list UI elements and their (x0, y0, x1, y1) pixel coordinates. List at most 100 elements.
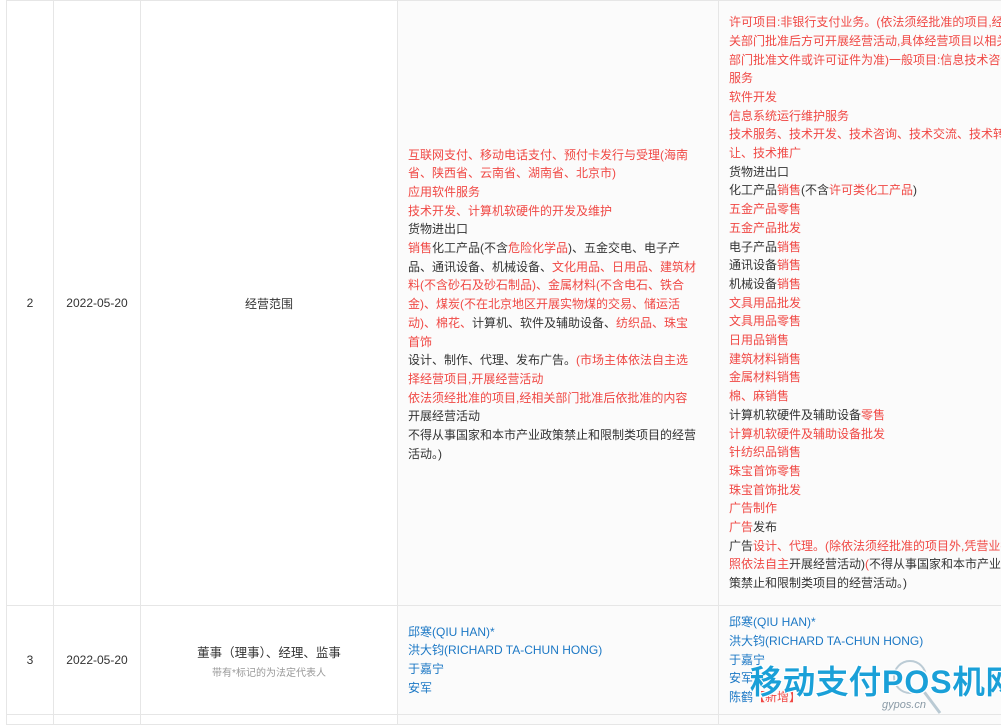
scope-line: 服务 (729, 69, 1001, 88)
scope-line: 不得从事国家和本市产业政策禁止和限制类项目的经营 (408, 426, 708, 445)
scope-line: 动)、棉花、计算机、软件及辅助设备、纺织品、珠宝 (408, 314, 708, 333)
text-segment: 邱寒(QIU HAN)* (408, 625, 495, 639)
text-segment: 五金产品零售 (729, 202, 801, 216)
change-date: 2022-05-20 (54, 606, 141, 715)
text-segment: 销售 (777, 183, 801, 197)
content-before: 互联网支付、移动电话支付、预付卡发行与受理(海南省、陕西省、云南省、湖南省、北京… (398, 1, 719, 606)
text-segment: 品、通讯设备、机械设备、 (408, 260, 552, 274)
scope-line: 文具用品批发 (729, 294, 1001, 313)
content-before: 邱寒(QIU HAN)*洪大钧(RICHARD TA-CHUN HONG)于嘉宁… (398, 606, 719, 715)
text-segment: 货物进出口 (729, 165, 789, 179)
scope-line: 策禁止和限制类项目的经营活动。) (729, 574, 1001, 593)
text-segment: 开展经营活动 (408, 409, 480, 423)
text-segment: 化工产品 (729, 183, 777, 197)
scope-line: 棉、麻销售 (729, 387, 1001, 406)
text-segment: 料(不含砂石及砂石制品)、金属材料(不含电石、铁合 (408, 278, 684, 292)
text-segment: 日用品销售 (729, 333, 789, 347)
scope-line: 建筑材料销售 (729, 350, 1001, 369)
scope-line: 化工产品销售(不含许可类化工产品) (729, 181, 1001, 200)
scope-line: 货物进出口 (408, 220, 708, 239)
scope-line: 于嘉宁 (729, 651, 1001, 670)
scope-line: 货物进出口 (729, 163, 1001, 182)
content-after-text: 许可项目:非银行支付业务。(依法须经批准的项目,经相关部门批准后方可开展经营活动… (729, 13, 1001, 593)
scope-line: 技术开发、计算机软硬件的开发及维护 (408, 202, 708, 221)
text-segment: 应用软件服务 (408, 185, 480, 199)
text-segment: 互联网支付、移动电话支付、预付卡发行与受理(海南 (408, 148, 688, 162)
text-segment: 金属材料销售 (729, 370, 801, 384)
text-segment: 软件开发 (729, 90, 777, 104)
text-segment: 金)、煤炭(不在北京地区开展实物煤的交易、储运活 (408, 297, 680, 311)
scope-line: 广告发布 (729, 518, 1001, 537)
scope-line: 珠宝首饰批发 (729, 481, 1001, 500)
text-segment: 化工产品(不含 (432, 241, 508, 255)
text-segment: 棉、麻销售 (729, 389, 789, 403)
text-segment: 不得从事国家和本市产业政 (869, 557, 1001, 571)
text-segment: 广告制作 (729, 501, 777, 515)
text-segment: 关部门批准后方可开展经营活动,具体经营项目以相关 (729, 34, 1001, 48)
text-segment: 文化用品、日用品、建筑材 (552, 260, 696, 274)
content-after: 邱寒(QIU HAN)*洪大钧(RICHARD TA-CHUN HONG)于嘉宁… (719, 606, 1001, 715)
scope-line: 技术服务、技术开发、技术咨询、技术交流、技术转 (729, 125, 1001, 144)
text-segment: 针纺织品销售 (729, 445, 801, 459)
text-segment: 文具用品零售 (729, 314, 801, 328)
scope-line: 互联网支付、移动电话支付、预付卡发行与受理(海南 (408, 146, 708, 165)
text-segment: 五金产品批发 (729, 221, 801, 235)
text-segment: 电子产品 (729, 240, 777, 254)
scope-line: 机械设备销售 (729, 275, 1001, 294)
text-segment: 安军 (729, 671, 753, 685)
scope-line: 择经营项目,开展经营活动 (408, 370, 708, 389)
text-segment: 零售 (861, 408, 885, 422)
change-date: 2022-05-20 (54, 1, 141, 606)
text-segment: ) (913, 183, 917, 197)
row-number: 3 (7, 606, 54, 715)
text-segment: 让、技术推广 (729, 146, 801, 160)
text-segment: 许可项目:非银行支付业务。(依法须经批准的项目,经相 (729, 15, 1001, 29)
scope-line: 安军 (729, 669, 1001, 688)
text-segment: 不得从事国家和本市产业政策禁止和限制类项目的经营 (408, 428, 696, 442)
text-segment: 策禁止和限制类项目的经营活动。) (729, 576, 907, 590)
text-segment: (市场主体依法自主选 (576, 353, 688, 367)
text-segment: 择经营项目,开展经营活动 (408, 372, 543, 386)
content-before-text: 邱寒(QIU HAN)*洪大钧(RICHARD TA-CHUN HONG)于嘉宁… (408, 623, 708, 698)
text-segment: 广告 (729, 539, 753, 553)
text-segment: (不含 (801, 183, 829, 197)
change-item-cell: 董事（理事）、经理、监事 带有*标记的为法定代表人 (141, 606, 398, 715)
text-segment: 建筑材料销售 (729, 352, 801, 366)
text-segment: 发布 (753, 520, 777, 534)
text-segment: 珠宝首饰批发 (729, 483, 801, 497)
scope-line: 软件开发 (729, 88, 1001, 107)
text-segment: 纺织品、珠宝 (616, 316, 688, 330)
text-segment: 计算机软硬件及辅助设备 (729, 408, 861, 422)
scope-line: 设计、制作、代理、发布广告。(市场主体依法自主选 (408, 351, 708, 370)
scope-line: 照依法自主开展经营活动)(不得从事国家和本市产业政 (729, 555, 1001, 574)
scope-line: 于嘉宁 (408, 660, 708, 679)
text-segment: 部门批准文件或许可证件为准)一般项目:信息技术咨询 (729, 53, 1001, 67)
scope-line: 针纺织品销售 (729, 443, 1001, 462)
text-segment: 开展经营活动) (789, 557, 865, 571)
text-segment: 销售 (777, 240, 801, 254)
text-segment: 销售 (408, 241, 432, 255)
scope-line: 销售化工产品(不含危险化学品)、五金交电、电子产 (408, 239, 708, 258)
text-segment: 首饰 (408, 335, 432, 349)
change-item: 经营范围 (141, 1, 398, 606)
text-segment: 设计、代理。(除依法须经批准的项目外,凭营业执 (753, 539, 1001, 553)
scope-line: 金)、煤炭(不在北京地区开展实物煤的交易、储运活 (408, 295, 708, 314)
text-segment: 服务 (729, 71, 753, 85)
text-segment: 【新增】 (753, 690, 801, 704)
text-segment: 于嘉宁 (408, 662, 444, 676)
content-after-text: 邱寒(QIU HAN)*洪大钧(RICHARD TA-CHUN HONG)于嘉宁… (729, 613, 1001, 707)
text-segment: )、五金交电、电子产 (568, 241, 680, 255)
scope-line: 电子产品销售 (729, 238, 1001, 257)
scope-line: 活动。) (408, 445, 708, 464)
text-segment: 安军 (408, 681, 432, 695)
scope-line: 开展经营活动 (408, 407, 708, 426)
scope-line: 文具用品零售 (729, 312, 1001, 331)
content-before-text: 互联网支付、移动电话支付、预付卡发行与受理(海南省、陕西省、云南省、湖南省、北京… (408, 143, 708, 464)
scope-line: 洪大钧(RICHARD TA-CHUN HONG) (729, 632, 1001, 651)
text-segment: 陈鹤 (729, 690, 753, 704)
scope-line: 广告设计、代理。(除依法须经批准的项目外,凭营业执 (729, 537, 1001, 556)
text-segment: 销售 (777, 277, 801, 291)
legal-rep-note: 带有*标记的为法定代表人 (141, 664, 397, 679)
scope-line: 邱寒(QIU HAN)* (408, 623, 708, 642)
scope-line: 关部门批准后方可开展经营活动,具体经营项目以相关 (729, 32, 1001, 51)
